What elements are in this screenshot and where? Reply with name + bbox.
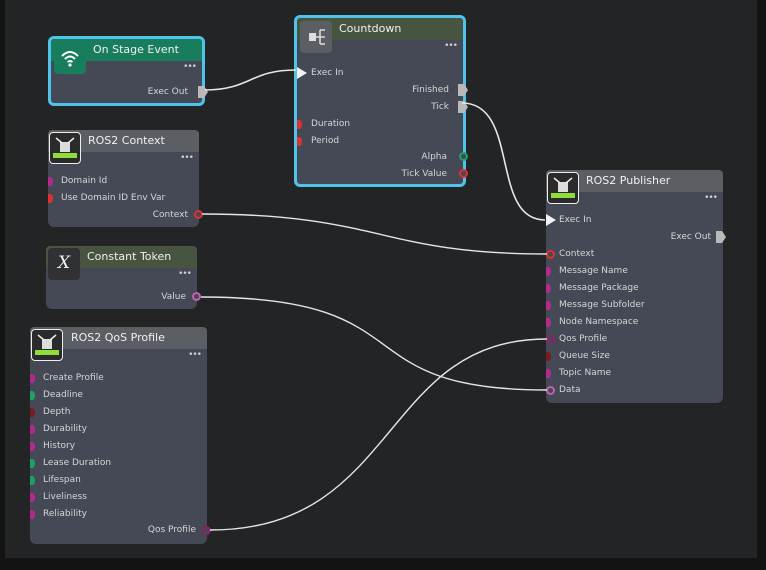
pin-label-node-namespace: Node Namespace: [559, 317, 639, 327]
pin-label-liveliness: Liveliness: [43, 492, 87, 502]
pin-label-exec-out: Exec Out: [670, 232, 711, 242]
node-title: On Stage Event: [93, 43, 179, 56]
node-ros2-publisher[interactable]: ROS2 Publisher ••• Exec In Exec Out Cont…: [546, 170, 726, 403]
more-icon[interactable]: •••: [183, 63, 197, 72]
message-package-pin[interactable]: [546, 284, 551, 293]
pin-label-depth: Depth: [43, 407, 71, 417]
liveliness-pin[interactable]: [30, 493, 35, 502]
message-name-pin[interactable]: [546, 267, 551, 276]
pin-label-finished: Finished: [412, 85, 449, 95]
context-out-pin[interactable]: [194, 210, 203, 219]
duration-pin[interactable]: [297, 120, 302, 129]
exec-in-pin[interactable]: [297, 67, 307, 79]
more-icon[interactable]: •••: [704, 194, 718, 203]
lifespan-pin[interactable]: [30, 476, 35, 485]
node-countdown[interactable]: Countdown ••• Exec In Duration Period Fi…: [294, 15, 468, 187]
node-on-stage-event[interactable]: On Stage Event ••• Exec Out: [48, 36, 208, 106]
node-title: Constant Token: [87, 250, 172, 263]
more-icon[interactable]: •••: [444, 42, 458, 51]
exec-in-pin[interactable]: [546, 214, 556, 226]
pin-label-tick: Tick: [431, 102, 449, 112]
ros-icon: [49, 132, 81, 164]
variable-x-icon: X: [48, 248, 80, 280]
node-title: ROS2 Publisher: [586, 174, 671, 187]
data-in-pin[interactable]: [546, 386, 555, 395]
node-ros2-qos-profile[interactable]: ROS2 QoS Profile ••• Create Profile Dead…: [30, 327, 211, 544]
history-pin[interactable]: [30, 442, 35, 451]
lease-duration-pin[interactable]: [30, 459, 35, 468]
pin-label-lifespan: Lifespan: [43, 475, 81, 485]
pin-label-lease-duration: Lease Duration: [43, 458, 112, 468]
pin-label-context: Context: [559, 249, 595, 259]
pin-label-reliability: Reliability: [43, 509, 87, 519]
ros-icon: [547, 172, 579, 204]
ros-icon: [31, 329, 63, 361]
pin-label-exec-out: Exec Out: [147, 87, 188, 97]
pin-label-domain-id: Domain Id: [61, 176, 108, 186]
pin-label-value: Value: [161, 292, 186, 302]
node-ros2-context[interactable]: ROS2 Context ••• Domain Id Use Domain ID…: [48, 130, 203, 227]
more-icon[interactable]: •••: [188, 351, 202, 360]
pin-label-data: Data: [559, 385, 581, 395]
pin-label-tick-value: Tick Value: [401, 169, 447, 179]
durability-pin[interactable]: [30, 425, 35, 434]
pin-label-message-package: Message Package: [559, 283, 639, 293]
pin-label-qos-profile-out: Qos Profile: [147, 525, 196, 535]
more-icon[interactable]: •••: [180, 154, 194, 163]
node-title: Countdown: [339, 22, 402, 35]
flow-icon: [300, 21, 332, 53]
create-profile-pin[interactable]: [30, 374, 35, 383]
queue-size-pin[interactable]: [546, 352, 551, 361]
more-icon[interactable]: •••: [178, 270, 192, 279]
pin-label-deadline: Deadline: [43, 390, 83, 400]
deadline-pin[interactable]: [30, 391, 35, 400]
pin-label-exec-in: Exec In: [559, 215, 592, 225]
message-subfolder-pin[interactable]: [546, 301, 551, 310]
use-domain-id-env-var-pin[interactable]: [48, 194, 53, 203]
pin-label-period: Period: [311, 136, 340, 146]
context-in-pin[interactable]: [546, 250, 555, 259]
topic-name-pin[interactable]: [546, 369, 551, 378]
qos-profile-out-pin[interactable]: [202, 526, 211, 535]
pin-label-message-name: Message Name: [559, 266, 628, 276]
reliability-pin[interactable]: [30, 510, 35, 519]
domain-id-pin[interactable]: [48, 177, 53, 186]
value-out-pin[interactable]: [192, 292, 201, 301]
pin-label-history: History: [43, 441, 76, 451]
depth-pin[interactable]: [30, 408, 35, 417]
alpha-pin[interactable]: [459, 152, 468, 161]
wifi-icon: [54, 42, 86, 74]
pin-label-topic-name: Topic Name: [559, 368, 612, 378]
pin-label-duration: Duration: [311, 119, 351, 129]
pin-label-queue-size: Queue Size: [559, 351, 610, 361]
pin-label-durability: Durability: [43, 424, 87, 434]
pin-label-message-subfolder: Message Subfolder: [559, 300, 645, 310]
pin-label-exec-in: Exec In: [311, 68, 344, 78]
node-title: ROS2 Context: [88, 134, 165, 147]
pin-label-alpha: Alpha: [421, 152, 447, 162]
qos-profile-in-pin[interactable]: [546, 335, 555, 344]
pin-label-qos-profile: Qos Profile: [559, 334, 608, 344]
pin-label-use-domain-id-env-var: Use Domain ID Env Var: [61, 193, 166, 203]
tick-value-pin[interactable]: [459, 169, 468, 178]
period-pin[interactable]: [297, 137, 302, 146]
pin-label-context: Context: [152, 210, 188, 220]
node-title: ROS2 QoS Profile: [71, 331, 165, 344]
node-constant-token[interactable]: X Constant Token ••• Value: [46, 246, 201, 309]
pin-label-create-profile: Create Profile: [43, 373, 104, 383]
node-namespace-pin[interactable]: [546, 318, 551, 327]
